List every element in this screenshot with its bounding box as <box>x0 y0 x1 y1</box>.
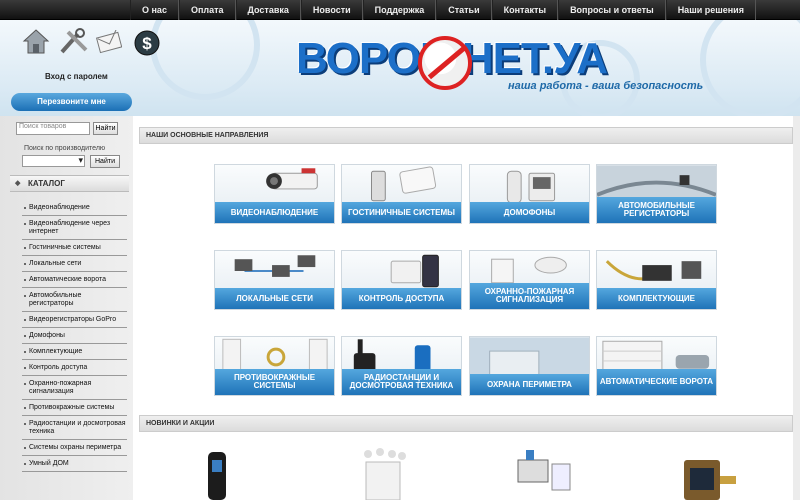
catalog-item[interactable]: Контроль доступа <box>22 360 127 376</box>
tile-label: ГОСТИНИЧНЫЕ СИСТЕМЫ <box>342 202 461 223</box>
catalog-item[interactable]: Противокражные системы <box>22 400 127 416</box>
nav-contacts[interactable]: Контакты <box>491 0 559 20</box>
tile-components[interactable]: КОМПЛЕКТУЮЩИЕ <box>596 250 717 310</box>
thief-logo-icon <box>418 36 472 90</box>
svg-text:$: $ <box>142 34 152 53</box>
scrollbar[interactable] <box>793 116 800 500</box>
product-image[interactable] <box>680 458 738 500</box>
search-input[interactable]: Поиск товаров <box>16 122 90 135</box>
dollar-icon[interactable]: $ <box>134 30 160 56</box>
tile-label: ОХРАННО-ПОЖАРНАЯ СИГНАЛИЗАЦИЯ <box>470 283 589 309</box>
catalog-item[interactable]: Гостиничные системы <box>22 240 127 256</box>
tile-label: ВИДЕОНАБЛЮДЕНИЕ <box>215 202 334 223</box>
tile-anti-theft[interactable]: ПРОТИВОКРАЖНЫЕ СИСТЕМЫ <box>214 336 335 396</box>
catalog-list: Видеонаблюдение Видеонаблюдение через ин… <box>22 200 127 472</box>
catalog-item[interactable]: Видеонаблюдение через интернет <box>22 216 127 240</box>
tile-video-surveillance[interactable]: ВИДЕОНАБЛЮДЕНИЕ <box>214 164 335 224</box>
login-link[interactable]: Вход с паролем <box>45 72 108 81</box>
nav-payment[interactable]: Оплата <box>178 0 236 20</box>
tile-label: АВТОМАТИЧЕСКИЕ ВОРОТА <box>597 369 716 395</box>
catalog-item[interactable]: Системы охраны периметра <box>22 440 127 456</box>
nav-news[interactable]: Новости <box>300 0 363 20</box>
nav-solutions[interactable]: Наши решения <box>665 0 756 20</box>
tile-local-networks[interactable]: ЛОКАЛЬНЫЕ СЕТИ <box>214 250 335 310</box>
product-image[interactable] <box>358 446 412 500</box>
search-button[interactable]: Найти <box>93 122 118 135</box>
nav-about[interactable]: О нас <box>130 0 179 20</box>
manufacturer-search-button[interactable]: Найти <box>90 155 120 168</box>
catalog-item[interactable]: Радиостанции и досмотровая техника <box>22 416 127 440</box>
tile-label: КОНТРОЛЬ ДОСТУПА <box>342 288 461 309</box>
keycard-icon <box>371 166 437 202</box>
camera-icon <box>266 168 318 190</box>
nav-faq[interactable]: Вопросы и ответы <box>558 0 666 20</box>
callback-button[interactable]: Перезвоните мне <box>11 93 132 111</box>
catalog-item[interactable]: Умный ДОМ <box>22 456 127 472</box>
product-image[interactable] <box>202 446 232 500</box>
manufacturer-label: Поиск по производителю <box>24 145 106 152</box>
tile-automatic-gates[interactable]: АВТОМАТИЧЕСКИЕ ВОРОТА <box>596 336 717 396</box>
header-decoration <box>700 20 800 116</box>
tile-label: ПРОТИВОКРАЖНЫЕ СИСТЕМЫ <box>215 369 334 395</box>
header-decoration <box>150 20 260 100</box>
product-image[interactable] <box>512 446 574 500</box>
sidebar: Поиск товаров Найти Поиск по производите… <box>0 116 133 500</box>
home-icon[interactable] <box>22 28 50 56</box>
catalog-item[interactable]: Автомобильные регистраторы <box>22 288 127 312</box>
tile-intercoms[interactable]: ДОМОФОНЫ <box>469 164 590 224</box>
tile-label: ЛОКАЛЬНЫЕ СЕТИ <box>215 288 334 309</box>
components-icon <box>605 260 702 281</box>
tile-label: ДОМОФОНЫ <box>470 202 589 223</box>
intercom-icon <box>506 170 556 204</box>
network-icon <box>234 255 316 277</box>
tools-icon[interactable] <box>58 28 90 56</box>
catalog-heading: КАТАЛОГ <box>10 175 129 192</box>
catalog-item[interactable]: Домофоны <box>22 328 127 344</box>
tile-hotel-systems[interactable]: ГОСТИНИЧНЫЕ СИСТЕМЫ <box>341 164 462 224</box>
catalog-item[interactable]: Комплектующие <box>22 344 127 360</box>
tile-fire-alarm[interactable]: ОХРАННО-ПОЖАРНАЯ СИГНАЛИЗАЦИЯ <box>469 250 590 310</box>
directions-heading: НАШИ ОСНОВНЫЕ НАПРАВЛЕНИЯ <box>139 127 793 144</box>
access-keypad-icon <box>390 254 439 288</box>
catalog-item[interactable]: Локальные сети <box>22 256 127 272</box>
tile-label: ОХРАНА ПЕРИМЕТРА <box>470 374 589 395</box>
tile-car-recorders[interactable]: АВТОМОБИЛЬНЫЕ РЕГИСТРАТОРЫ <box>596 164 717 224</box>
tile-label: КОМПЛЕКТУЮЩИЕ <box>597 288 716 309</box>
news-heading: НОВИНКИ И АКЦИИ <box>139 415 793 432</box>
tile-perimeter[interactable]: ОХРАНА ПЕРИМЕТРА <box>469 336 590 396</box>
catalog-item[interactable]: Видеонаблюдение <box>22 200 127 216</box>
manufacturer-select[interactable] <box>22 155 85 167</box>
top-navigation: О нас Оплата Доставка Новости Поддержка … <box>0 0 800 20</box>
tile-label: РАДИОСТАНЦИИ И ДОСМОТРОВАЯ ТЕХНИКА <box>342 369 461 395</box>
tile-access-control[interactable]: КОНТРОЛЬ ДОСТУПА <box>341 250 462 310</box>
catalog-item[interactable]: Автоматические ворота <box>22 272 127 288</box>
catalog-item[interactable]: Видеорегистраторы GoPro <box>22 312 127 328</box>
catalog-item[interactable]: Охранно-пожарная сигнализация <box>22 376 127 400</box>
mail-icon[interactable] <box>96 30 122 54</box>
nav-delivery[interactable]: Доставка <box>235 0 301 20</box>
nav-support[interactable]: Поддержка <box>362 0 437 20</box>
nav-articles[interactable]: Статьи <box>436 0 492 20</box>
tile-label: АВТОМОБИЛЬНЫЕ РЕГИСТРАТОРЫ <box>597 197 716 223</box>
perimeter-icon <box>470 337 589 377</box>
site-slogan: наша работа - ваша безопасность <box>508 80 704 92</box>
tile-radio-inspection[interactable]: РАДИОСТАНЦИИ И ДОСМОТРОВАЯ ТЕХНИКА <box>341 336 462 396</box>
